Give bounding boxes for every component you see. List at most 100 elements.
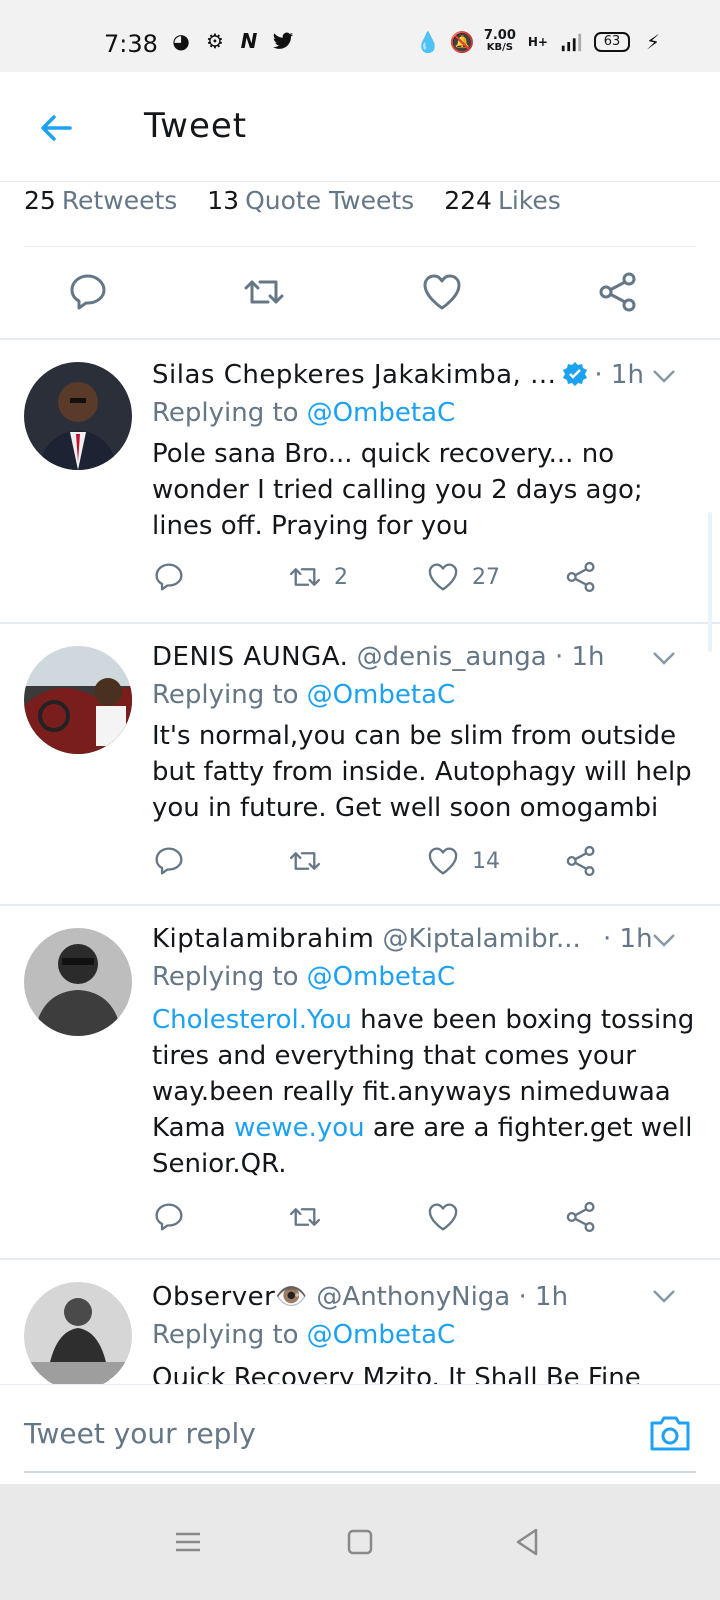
tweet-text: It's normal,you can be slim from outside… xyxy=(152,721,692,823)
reply-composer: Tweet your reply xyxy=(0,1384,720,1482)
mention-link[interactable]: @OmbetaC xyxy=(307,1320,456,1350)
display-name[interactable]: DENIS AUNGA. xyxy=(152,642,348,672)
retweet-button[interactable] xyxy=(242,270,286,314)
reply-tweet[interactable]: DENIS AUNGA. @denis_aunga · 1h Replying … xyxy=(0,624,720,904)
like-button[interactable] xyxy=(426,1200,460,1234)
retweet-button[interactable] xyxy=(288,1200,322,1234)
menu-button[interactable] xyxy=(170,1524,206,1560)
reply-header: Kiptalamibrahim @Kiptalamibr... · 1h xyxy=(152,924,653,954)
likes-count: 224 xyxy=(444,186,492,215)
replying-prefix: Replying to xyxy=(152,962,299,992)
retweet-button[interactable]: 2 xyxy=(288,560,348,594)
reply-button[interactable] xyxy=(152,844,186,878)
battery-indicator: 63 xyxy=(594,32,630,52)
mention-link[interactable]: @OmbetaC xyxy=(307,962,456,992)
reply-button[interactable] xyxy=(66,270,110,314)
tweet-text: Quick Recovery Mzito. It Shall Be Fine xyxy=(152,1363,641,1384)
user-handle[interactable]: @denis_aunga xyxy=(357,642,547,672)
input-underline xyxy=(24,1471,696,1473)
retweets-label: Retweets xyxy=(61,186,178,215)
more-options-button[interactable] xyxy=(650,1282,678,1310)
retweets-stat[interactable]: 25 Retweets xyxy=(24,186,177,226)
reply-button[interactable] xyxy=(152,1200,186,1234)
likes-label: Likes xyxy=(497,186,561,215)
reply-tweet[interactable]: Kiptalamibrahim @Kiptalamibr... · 1h Rep… xyxy=(0,906,720,1258)
user-handle[interactable]: @Kiptalamibr... xyxy=(383,924,581,954)
avatar[interactable] xyxy=(24,646,132,754)
network-speed: 7.00 KB/S xyxy=(484,29,516,54)
avatar[interactable] xyxy=(24,1282,132,1384)
reply-header: Silas Chepkeres Jakakimba, ... · 1h xyxy=(152,360,644,390)
user-handle[interactable]: @AnthonyNiga xyxy=(316,1282,510,1312)
reply-header: DENIS AUNGA. @denis_aunga · 1h xyxy=(152,642,605,672)
status-time: 7:38 xyxy=(104,30,158,58)
comment-icon xyxy=(70,274,106,310)
likes-stat[interactable]: 224 Likes xyxy=(444,186,561,226)
mention-link[interactable]: @OmbetaC xyxy=(307,398,456,428)
retweets-count: 25 xyxy=(24,186,56,215)
retweet-icon xyxy=(289,1208,321,1226)
share-button[interactable] xyxy=(564,1200,598,1234)
mention-link[interactable]: @OmbetaC xyxy=(307,680,456,710)
gear-icon: ⚙ xyxy=(206,29,224,53)
like-button[interactable]: 14 xyxy=(426,844,500,878)
back-button[interactable] xyxy=(36,108,76,148)
netflix-icon: N xyxy=(240,29,258,53)
heart-icon xyxy=(428,563,458,591)
twitter-bird-icon xyxy=(272,30,294,52)
reply-button[interactable] xyxy=(152,560,186,594)
like-button[interactable] xyxy=(420,270,464,314)
avatar[interactable] xyxy=(24,362,132,470)
share-button[interactable] xyxy=(596,270,640,314)
more-options-button[interactable] xyxy=(650,926,678,954)
reply-input[interactable]: Tweet your reply xyxy=(24,1417,256,1450)
retweet-count: 2 xyxy=(334,564,348,590)
replying-prefix: Replying to xyxy=(152,1320,299,1350)
display-name[interactable]: Observer👁️ xyxy=(152,1282,308,1312)
display-name[interactable]: Silas Chepkeres Jakakimba, ... xyxy=(152,360,556,390)
chevron-down-icon xyxy=(653,652,675,665)
network-type: H+ xyxy=(527,35,548,49)
retweet-button[interactable] xyxy=(288,844,322,878)
data-saver-icon: 💧 xyxy=(415,30,441,54)
timestamp: · 1h xyxy=(594,360,644,390)
replying-prefix: Replying to xyxy=(152,680,299,710)
tweet-stats: 25 Retweets 13 Quote Tweets 224 Likes xyxy=(24,186,561,226)
share-icon xyxy=(566,845,595,877)
reply-actions: 2 27 xyxy=(0,560,720,604)
timestamp: · 1h xyxy=(554,642,605,672)
like-count: 27 xyxy=(472,564,500,590)
tweet-actions xyxy=(0,262,720,338)
like-button[interactable]: 27 xyxy=(426,560,500,594)
display-name[interactable]: Kiptalamibrahim xyxy=(152,924,374,954)
scrollbar[interactable] xyxy=(708,512,712,652)
avatar[interactable] xyxy=(24,928,132,1036)
share-icon xyxy=(599,272,636,312)
home-button[interactable] xyxy=(342,1524,378,1560)
quote-tweets-label: Quote Tweets xyxy=(245,186,415,215)
more-options-button[interactable] xyxy=(650,362,678,390)
app-notification-icon: ◕ xyxy=(172,29,190,53)
share-button[interactable] xyxy=(564,560,598,594)
timestamp: · 1h xyxy=(518,1282,569,1312)
share-button[interactable] xyxy=(564,844,598,878)
camera-button[interactable] xyxy=(648,1411,692,1455)
more-options-button[interactable] xyxy=(650,644,678,672)
chevron-down-icon xyxy=(653,370,675,383)
triangle-back-icon xyxy=(516,1528,538,1556)
comment-icon xyxy=(155,1203,183,1231)
text-link[interactable]: Cholesterol.You xyxy=(152,1005,352,1035)
text-link[interactable]: wewe.you xyxy=(234,1113,365,1143)
reply-tweet[interactable]: Observer👁️ @AnthonyNiga · 1h Replying to… xyxy=(0,1260,720,1384)
reply-tweet[interactable]: Silas Chepkeres Jakakimba, ... · 1h Reply… xyxy=(0,340,720,622)
back-nav-button[interactable] xyxy=(510,1524,546,1560)
system-indicators: 💧 🔕 7.00 KB/S H+ 63 ⚡ xyxy=(415,29,664,54)
reply-actions: 14 xyxy=(0,844,720,888)
replying-to: Replying to @OmbetaC xyxy=(152,398,455,428)
camera-icon xyxy=(650,1416,690,1451)
timestamp: · 1h xyxy=(603,924,653,954)
top-app-bar: Tweet xyxy=(0,72,720,182)
comment-icon xyxy=(155,847,183,875)
share-icon xyxy=(566,1201,595,1233)
quote-tweets-stat[interactable]: 13 Quote Tweets xyxy=(207,186,414,226)
